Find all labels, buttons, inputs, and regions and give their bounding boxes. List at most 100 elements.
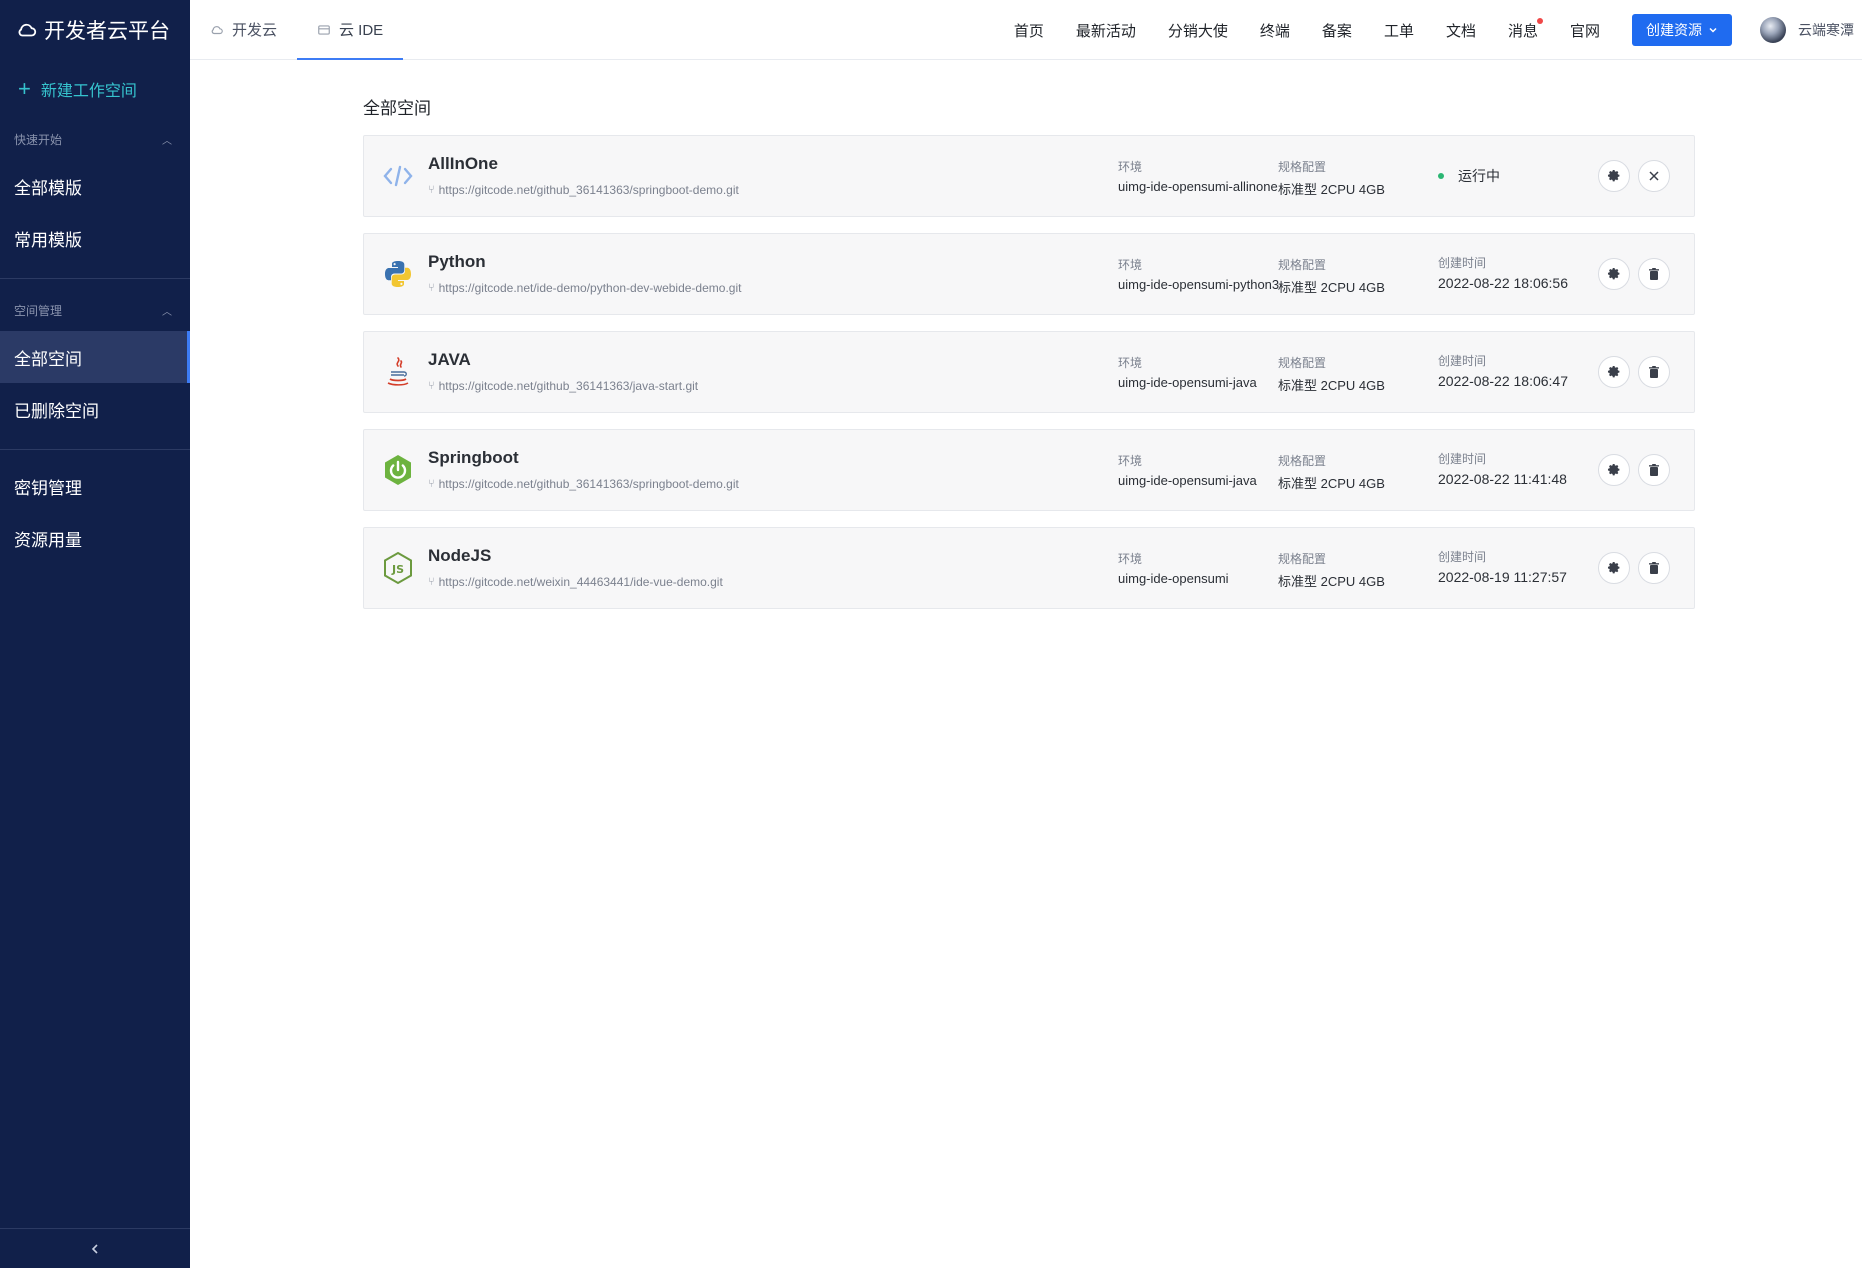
workspace-card[interactable]: JAVA ⑂ https://gitcode.net/github_3614136… <box>363 331 1695 413</box>
create-resource-button[interactable]: 创建资源 <box>1632 14 1732 46</box>
user-menu[interactable]: 云端寒潭 <box>1760 17 1854 43</box>
status-text: 运行中 <box>1458 168 1500 184</box>
trash-icon <box>1649 562 1659 574</box>
sidebar-item-label: 常用模版 <box>14 230 82 250</box>
trash-icon <box>1649 366 1659 378</box>
new-workspace-button[interactable]: + 新建工作空间 <box>0 60 190 118</box>
delete-button[interactable] <box>1638 258 1670 290</box>
gear-icon <box>1607 365 1620 378</box>
brand[interactable]: 开发者云平台 <box>0 0 190 60</box>
nav-messages[interactable]: 消息 <box>1508 17 1544 41</box>
repo-url: https://gitcode.net/ide-demo/python-dev-… <box>438 281 742 295</box>
delete-button[interactable] <box>1638 356 1670 388</box>
env-label: 环境 <box>1118 356 1143 370</box>
sidebar-item-label: 密钥管理 <box>14 478 82 498</box>
nav-home[interactable]: 首页 <box>1014 20 1044 41</box>
workspace-repo[interactable]: ⑂ https://gitcode.net/github_36141363/spr… <box>428 477 739 491</box>
group-head-quickstart[interactable]: 快速开始 ︿ <box>0 118 190 160</box>
delete-button[interactable] <box>1638 552 1670 584</box>
collapse-sidebar-button[interactable] <box>0 1228 190 1268</box>
created-column: 创建时间 2022-08-22 18:06:47 <box>1438 352 1568 389</box>
workspace-name[interactable]: Springboot <box>428 448 519 468</box>
python-icon <box>380 256 416 292</box>
workspace-name[interactable]: JAVA <box>428 350 471 370</box>
sidebar-item-common-templates[interactable]: 常用模版 <box>0 212 190 264</box>
branch-icon: ⑂ <box>428 478 435 490</box>
workspace-card[interactable]: Python ⑂ https://gitcode.net/ide-demo/pyt… <box>363 233 1695 315</box>
delete-button[interactable] <box>1638 454 1670 486</box>
nav-ticket[interactable]: 工单 <box>1384 20 1414 41</box>
workspace-repo[interactable]: ⑂ https://gitcode.net/github_36141363/jav… <box>428 379 698 393</box>
nav-filing[interactable]: 备案 <box>1322 20 1352 41</box>
branch-icon: ⑂ <box>428 576 435 588</box>
spec-column: 规格配置 标准型 2CPU 4GB <box>1278 550 1385 590</box>
workspace-repo[interactable]: ⑂ https://gitcode.net/ide-demo/python-dev… <box>428 281 741 295</box>
nav-latest-activity[interactable]: 最新活动 <box>1076 20 1136 41</box>
nav-distribution[interactable]: 分销大使 <box>1168 20 1228 41</box>
repo-url: https://gitcode.net/weixin_44463441/ide-… <box>438 575 723 589</box>
trash-icon <box>1649 464 1659 476</box>
nav-docs[interactable]: 文档 <box>1446 20 1476 41</box>
created-label: 创建时间 <box>1438 452 1487 466</box>
spec-column: 规格配置 标准型 2CPU 4GB <box>1278 354 1385 394</box>
created-label: 创建时间 <box>1438 354 1487 368</box>
tab-dev-cloud[interactable]: 开发云 <box>190 0 297 60</box>
created-value: 2022-08-22 18:06:47 <box>1438 373 1568 389</box>
spec-label: 规格配置 <box>1278 258 1327 272</box>
workspace-name[interactable]: AllInOne <box>428 154 498 174</box>
workspace-repo[interactable]: ⑂ https://gitcode.net/github_36141363/spr… <box>428 183 739 197</box>
avatar[interactable] <box>1760 17 1786 43</box>
tab-label: 云 IDE <box>339 22 384 39</box>
sidebar-item-resource-usage[interactable]: 资源用量 <box>0 512 190 564</box>
workspace-card[interactable]: Springboot ⑂ https://gitcode.net/github_3… <box>363 429 1695 511</box>
sidebar-item-all-templates[interactable]: 全部模版 <box>0 160 190 212</box>
settings-button[interactable] <box>1598 552 1630 584</box>
spec-column: 规格配置 标准型 2CPU 4GB <box>1278 158 1385 198</box>
created-column: 创建时间 2022-08-22 11:41:48 <box>1438 450 1567 487</box>
divider <box>0 449 190 450</box>
spec-value: 标准型 2CPU 4GB <box>1278 574 1385 589</box>
created-column: 创建时间 2022-08-22 18:06:56 <box>1438 254 1568 291</box>
group-head-space-management[interactable]: 空间管理 ︿ <box>0 289 190 331</box>
nav-terminal[interactable]: 终端 <box>1260 20 1290 41</box>
sidebar-item-deleted-spaces[interactable]: 已删除空间 <box>0 383 190 435</box>
close-icon <box>1649 171 1659 181</box>
user-name: 云端寒潭 <box>1798 22 1854 38</box>
workspace-name[interactable]: Python <box>428 252 486 272</box>
settings-button[interactable] <box>1598 356 1630 388</box>
cloud-logo-icon <box>18 23 37 37</box>
top-tabs: 开发云 云 IDE <box>190 0 404 60</box>
nav-official-site[interactable]: 官网 <box>1570 20 1600 41</box>
java-icon <box>380 354 416 390</box>
springboot-icon <box>380 452 416 488</box>
settings-button[interactable] <box>1598 454 1630 486</box>
spec-value: 标准型 2CPU 4GB <box>1278 182 1385 197</box>
spec-value: 标准型 2CPU 4GB <box>1278 378 1385 393</box>
sidebar-item-keys[interactable]: 密钥管理 <box>0 460 190 512</box>
stop-button[interactable] <box>1638 160 1670 192</box>
workspace-card[interactable]: JS NodeJS ⑂ https://gitcode.net/weixin_44… <box>363 527 1695 609</box>
workspace-repo[interactable]: ⑂ https://gitcode.net/weixin_44463441/ide… <box>428 575 723 589</box>
env-column: 环境 uimg-ide-opensumi-java <box>1118 452 1257 488</box>
env-label: 环境 <box>1118 258 1143 272</box>
spec-label: 规格配置 <box>1278 454 1327 468</box>
tab-cloud-ide[interactable]: 云 IDE <box>297 0 404 60</box>
sidebar-item-label: 全部模版 <box>14 178 82 198</box>
workspace-name[interactable]: NodeJS <box>428 546 491 566</box>
trash-icon <box>1649 268 1659 280</box>
nodejs-icon: JS <box>380 550 416 586</box>
brand-title: 开发者云平台 <box>44 20 170 43</box>
settings-button[interactable] <box>1598 160 1630 192</box>
branch-icon: ⑂ <box>428 380 435 392</box>
env-column: 环境 uimg-ide-opensumi-allinone <box>1118 158 1278 194</box>
sidebar-item-all-spaces[interactable]: 全部空间 <box>0 331 190 383</box>
sidebar-item-label: 已删除空间 <box>14 401 99 421</box>
top-bar: 开发云 云 IDE 首页 最新活动 分销大使 终端 备案 工单 文档 消息 官网… <box>190 0 1862 60</box>
settings-button[interactable] <box>1598 258 1630 290</box>
created-column: 创建时间 2022-08-19 11:27:57 <box>1438 548 1567 585</box>
divider <box>0 278 190 279</box>
workspace-card[interactable]: AllInOne ⑂ https://gitcode.net/github_361… <box>363 135 1695 217</box>
spec-value: 标准型 2CPU 4GB <box>1278 280 1385 295</box>
page-title: 全部空间 <box>363 99 431 118</box>
gear-icon <box>1607 267 1620 280</box>
